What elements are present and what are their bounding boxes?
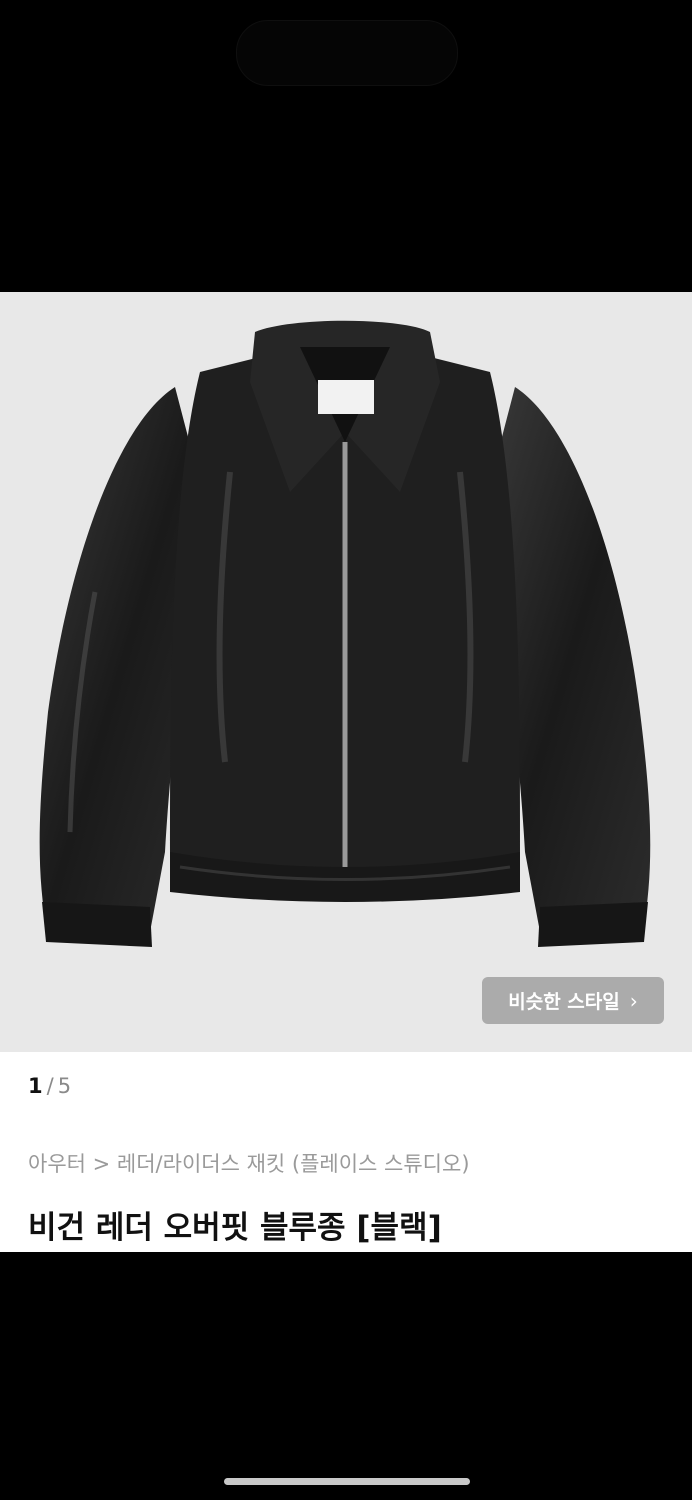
image-pager: 1/5 bbox=[28, 1074, 71, 1098]
product-image[interactable]: 비슷한 스타일 › bbox=[0, 292, 692, 1052]
similar-style-label: 비슷한 스타일 bbox=[508, 991, 620, 1013]
chevron-right-icon: › bbox=[629, 988, 638, 1013]
pager-current: 1 bbox=[28, 1074, 43, 1098]
top-black-area bbox=[0, 0, 692, 292]
home-indicator[interactable] bbox=[224, 1478, 470, 1485]
pager-total: 5 bbox=[57, 1074, 72, 1098]
product-info: 1/5 아우터 > 레더/라이더스 재킷 (플레이스 스튜디오) 비건 레더 오… bbox=[0, 1052, 692, 1252]
category-breadcrumb[interactable]: 아우터 > 레더/라이더스 재킷 (플레이스 스튜디오) bbox=[28, 1148, 470, 1178]
camera-notch bbox=[236, 20, 458, 86]
pager-separator: / bbox=[46, 1074, 54, 1098]
similar-style-button[interactable]: 비슷한 스타일 › bbox=[482, 977, 664, 1024]
leather-jacket-image bbox=[39, 320, 651, 947]
product-title: 비건 레더 오버핏 블루종 [블랙] bbox=[28, 1210, 442, 1246]
